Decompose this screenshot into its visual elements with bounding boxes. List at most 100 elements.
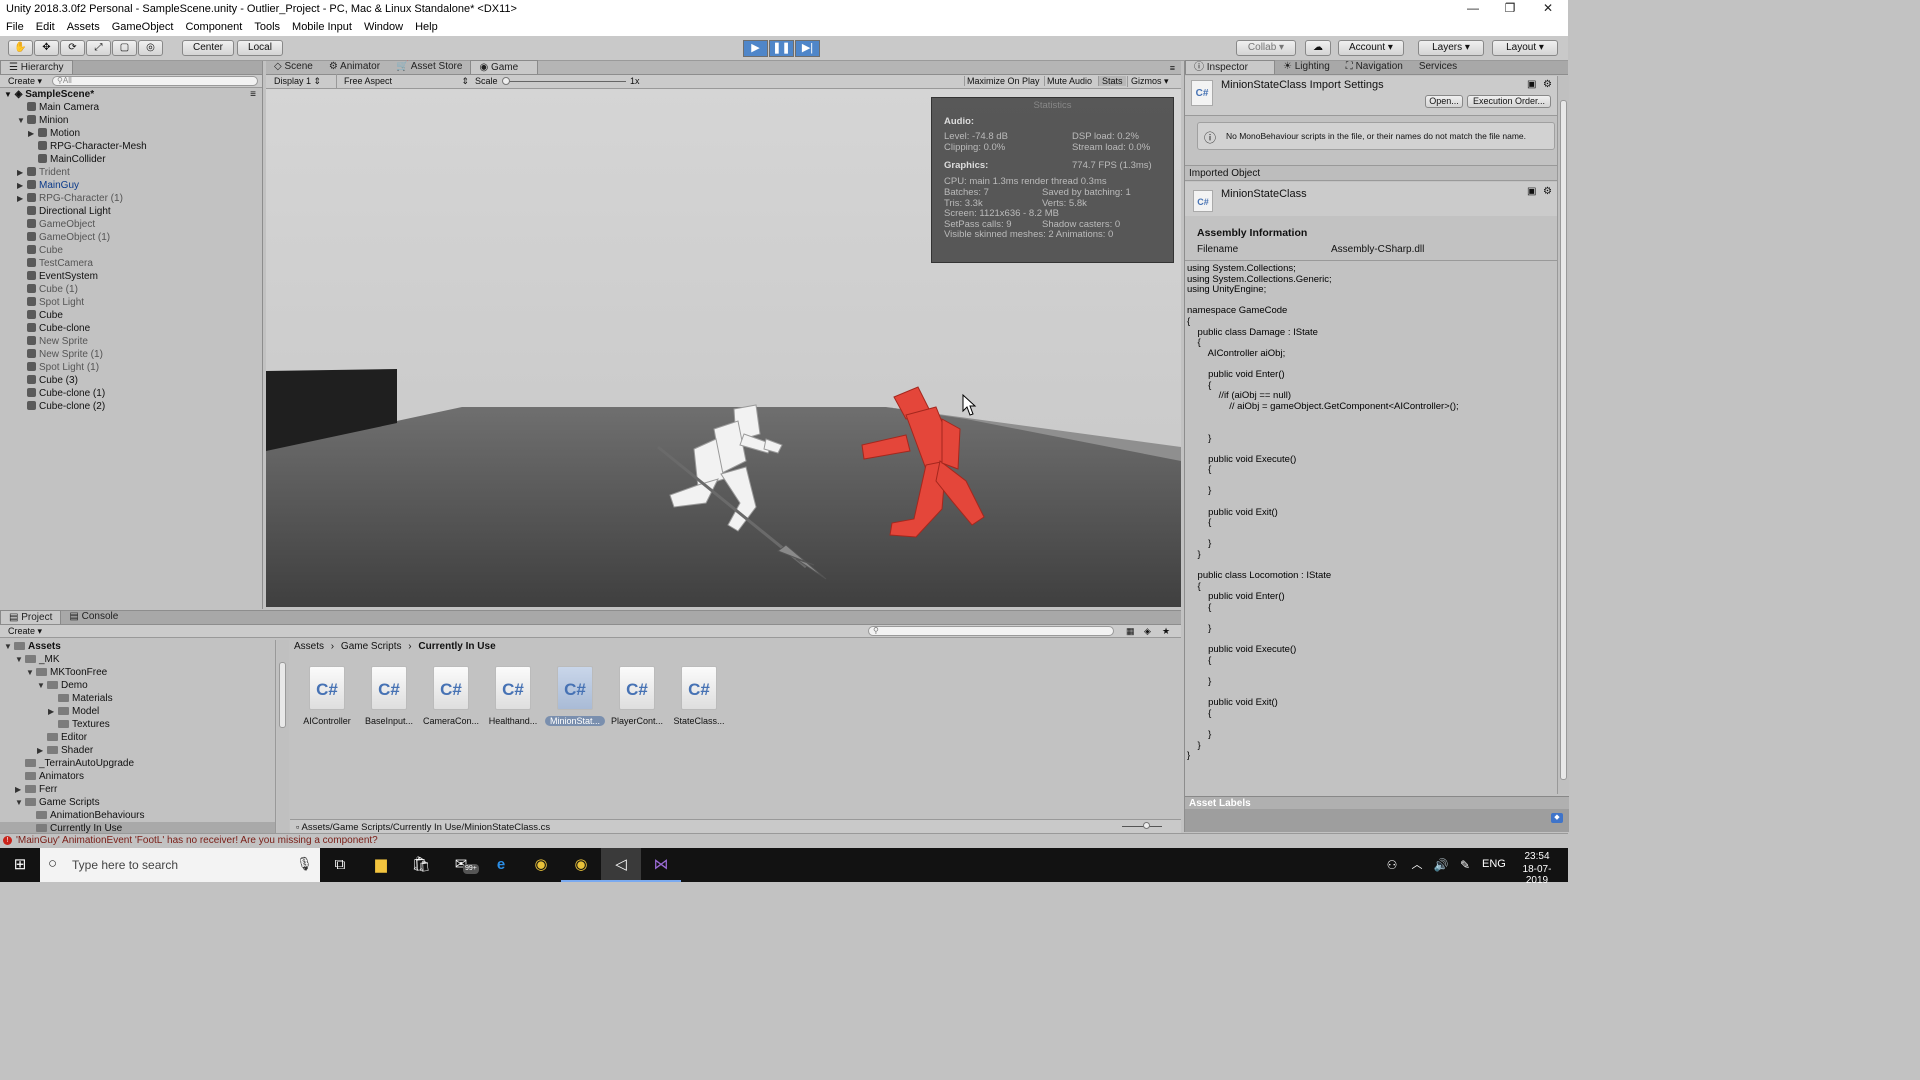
project-folder-item[interactable]: Currently In Use [0,822,275,833]
language-indicator[interactable]: ENG [1482,858,1506,870]
pause-button[interactable]: ❚❚ [769,40,794,57]
hierarchy-item[interactable]: Cube [0,244,262,257]
filter-by-type-icon[interactable]: ▦ [1126,626,1135,637]
hierarchy-item[interactable]: GameObject [0,218,262,231]
asset-item[interactable]: C# CameraCon... [421,666,481,726]
project-folder-item[interactable]: ▶ Model [0,705,275,718]
project-folder-item[interactable]: Textures [0,718,275,731]
unity-icon[interactable]: ◁ [601,848,641,882]
hierarchy-item[interactable]: ▶ RPG-Character (1) [0,192,262,205]
hierarchy-item[interactable]: Spot Light (1) [0,361,262,374]
file-explorer-icon[interactable]: ▆ [361,848,401,882]
taskbar-search-box[interactable]: ○ Type here to search 🎙 [40,848,320,882]
tab-inspector[interactable]: ⓘ Inspector [1185,60,1275,74]
project-folder-item[interactable]: Animators [0,770,275,783]
account-dropdown[interactable]: Account ▾ [1338,40,1404,56]
gear-icon[interactable]: ⚙ [1543,79,1552,90]
cloud-icon[interactable]: ☁ [1305,40,1331,56]
project-folder-item[interactable]: ▼ Demo [0,679,275,692]
hierarchy-search-input[interactable]: ⚲All [52,76,258,86]
hierarchy-item[interactable]: Cube [0,309,262,322]
scene-root[interactable]: ▼ ◈ SampleScene* ≡ [0,88,262,101]
menu-mobile-input[interactable]: Mobile Input [286,21,358,33]
maximize-on-play-toggle[interactable]: Maximize On Play [964,76,1042,86]
pivot-local-button[interactable]: Local [237,40,283,56]
rotate-tool-icon[interactable]: ⟳ [60,40,85,56]
icon-size-slider-handle[interactable] [1143,822,1150,829]
mail-icon[interactable]: ✉ 99+ [441,848,481,882]
hierarchy-item[interactable]: Main Camera [0,101,262,114]
task-view-icon[interactable]: ⧉ [320,848,360,882]
hierarchy-item[interactable]: Cube (3) [0,374,262,387]
tab-hierarchy[interactable]: ☰ Hierarchy [0,60,73,74]
hierarchy-item[interactable]: ▶ Motion [0,127,262,140]
tab-scene[interactable]: ◇ Scene [266,60,321,74]
chrome-window-icon[interactable]: ◉ [561,848,601,882]
expand-triangle-icon[interactable]: ▼ [15,653,25,666]
minimize-icon[interactable]: — [1455,0,1491,18]
mute-audio-toggle[interactable]: Mute Audio [1044,76,1094,86]
menu-window[interactable]: Window [358,21,409,33]
tab-asset-store[interactable]: 🛒 Asset Store [388,60,470,74]
chrome-icon[interactable]: ◉ [521,848,561,882]
move-tool-icon[interactable]: ✥ [34,40,59,56]
object-gear-icon[interactable]: ⚙ [1543,186,1552,197]
folder-tree-scrollbar[interactable] [277,640,289,833]
tab-game[interactable]: ◉ Game [470,60,539,74]
step-button[interactable]: ▶| [795,40,820,57]
filter-by-label-icon[interactable]: ◈ [1144,626,1151,637]
tab-navigation[interactable]: ⛶ Navigation [1338,60,1411,74]
project-folder-item[interactable]: ▼ Assets [0,640,275,653]
display-dropdown[interactable]: Display 1 ⇕ [274,76,321,87]
hierarchy-item[interactable]: ▶ MainGuy [0,179,262,192]
hierarchy-item[interactable]: New Sprite (1) [0,348,262,361]
hierarchy-item[interactable]: MainCollider [0,153,262,166]
tab-services[interactable]: Services [1411,60,1465,74]
icon-size-slider[interactable] [1122,826,1162,827]
menu-gameobject[interactable]: GameObject [106,21,180,33]
menu-file[interactable]: File [0,21,30,33]
play-button[interactable]: ▶ [743,40,768,57]
visual-studio-icon[interactable]: ⋈ [641,848,681,882]
expand-triangle-icon[interactable]: ▼ [4,640,14,653]
project-create-button[interactable]: Create ▾ [8,626,42,637]
aspect-dropdown[interactable]: Free Aspect ⇕ [344,76,469,86]
hierarchy-item[interactable]: TestCamera [0,257,262,270]
layers-dropdown[interactable]: Layers ▾ [1418,40,1484,56]
asset-item[interactable]: C# BaseInput... [359,666,419,726]
open-button[interactable]: Open... [1425,95,1463,108]
asset-item[interactable]: C# Healthand... [483,666,543,726]
clock[interactable]: 23:54 18-07-2019 [1512,851,1562,886]
menu-edit[interactable]: Edit [30,21,61,33]
project-folder-item[interactable]: Editor [0,731,275,744]
expand-triangle-icon[interactable]: ▶ [37,744,47,757]
scale-tool-icon[interactable]: ⤢ [86,40,111,56]
hierarchy-item[interactable]: GameObject (1) [0,231,262,244]
menu-tools[interactable]: Tools [248,21,286,33]
hierarchy-item[interactable]: Cube-clone [0,322,262,335]
asset-item[interactable]: C# StateClass... [669,666,729,726]
expand-triangle-icon[interactable]: ▶ [17,166,27,179]
expand-triangle-icon[interactable]: ▼ [26,666,36,679]
scene-menu-icon[interactable]: ≡ [250,88,256,101]
hierarchy-item[interactable]: New Sprite [0,335,262,348]
asset-item[interactable]: C# PlayerCont... [607,666,667,726]
project-folder-item[interactable]: ▼ Game Scripts [0,796,275,809]
store-icon[interactable]: 🛍 [401,848,441,882]
tab-lighting[interactable]: ☀ Lighting [1275,60,1338,74]
inspector-scrollbar[interactable] [1557,76,1569,794]
project-folder-item[interactable]: ▶ Ferr [0,783,275,796]
help-icon[interactable]: ▣ [1527,79,1536,90]
scale-slider-handle[interactable] [502,77,510,85]
microphone-icon[interactable]: 🎙 [296,856,313,872]
breadcrumb-assets[interactable]: Assets [294,641,324,652]
project-folder-item[interactable]: ▼ _MK [0,653,275,666]
label-tag-icon[interactable]: ◆ [1551,813,1563,823]
stats-toggle[interactable]: Stats [1098,76,1126,86]
expand-triangle-icon[interactable]: ▶ [17,179,27,192]
favorites-star-icon[interactable]: ★ [1162,626,1170,637]
project-search-input[interactable]: ⚲ [868,626,1114,636]
restore-icon[interactable]: ❐ [1492,0,1528,18]
expand-triangle-icon[interactable]: ▶ [15,783,25,796]
status-bar[interactable]: ! 'MainGuy' AnimationEvent 'FootL' has n… [0,833,1568,848]
